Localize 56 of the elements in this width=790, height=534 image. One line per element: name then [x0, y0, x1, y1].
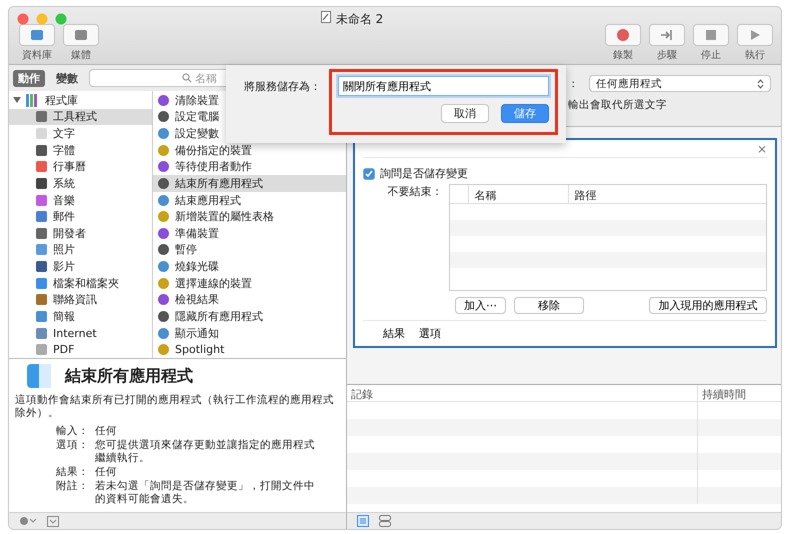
panel-tab[interactable]: 選項 [419, 326, 441, 341]
action-item[interactable]: 燒錄光碟 [153, 258, 346, 275]
category-item[interactable]: 文字 [9, 125, 152, 142]
category-item[interactable]: PDF [9, 341, 152, 358]
description-title: 結束所有應用程式 [65, 366, 193, 386]
window-title: 未命名 2 [336, 11, 384, 28]
cancel-button[interactable]: 取消 [441, 104, 489, 123]
field-value: 若未勾選「詢問是否儲存變更」，打開文件中的資料可能會遺失。 [95, 480, 316, 506]
app-dropdown[interactable]: 任何應用程式 [589, 75, 771, 92]
field-label: 不要結束： [386, 184, 443, 200]
field-label: 結果： [55, 466, 90, 479]
action-item[interactable]: Spotlight [153, 341, 346, 358]
action-item[interactable]: 等待使用者動作 [153, 158, 346, 176]
category-item[interactable]: 行事曆 [9, 158, 152, 176]
action-item[interactable]: 備份指定的裝置 [153, 142, 346, 158]
close-button[interactable]: × [756, 140, 767, 157]
service-name-field[interactable]: 關閉所有應用程式 [338, 76, 549, 96]
action-item[interactable]: 新增裝置的屬性表格 [153, 208, 346, 225]
output-note: 輸出會取代所選文字 [568, 98, 668, 112]
action-item[interactable]: 結束所有應用程式 [153, 175, 346, 192]
category-label[interactable]: 程式庫 [45, 92, 78, 108]
action-item[interactable]: 檢視結果 [153, 292, 346, 308]
action-item[interactable]: 結束應用程式 [153, 192, 346, 208]
category-item[interactable]: Internet [9, 324, 152, 342]
field-value: 您可提供選項來儲存更動並讓指定的應用程式繼續執行。 [95, 439, 316, 465]
category-item[interactable]: 照片 [9, 242, 152, 258]
field-label: 輸入： [55, 425, 90, 438]
panel-button[interactable]: 加入⋯ [455, 297, 506, 314]
action-item[interactable]: 暫停 [153, 242, 346, 258]
library-tab[interactable]: 動作 [13, 70, 45, 86]
field-value: 任何 [95, 466, 118, 479]
panel-button[interactable]: 移除 [514, 297, 584, 314]
field-label: 附註： [55, 480, 90, 494]
category-item[interactable]: 影片 [9, 258, 152, 275]
category-item[interactable]: 字體 [9, 142, 152, 158]
panel-tab[interactable]: 結果 [383, 326, 405, 341]
category-item[interactable]: 音樂 [9, 192, 152, 208]
category-item[interactable]: 檔案和檔案夾 [9, 274, 152, 292]
panel-button[interactable]: 加入現用的應用程式 [649, 297, 767, 314]
category-item[interactable]: 簡報 [9, 308, 152, 325]
category-item[interactable]: 開發者 [9, 225, 152, 242]
action-item[interactable]: 選擇連線的裝置 [153, 274, 346, 292]
ask-save-checkbox[interactable]: 詢問是否儲存變更 [363, 157, 767, 181]
field-value: 任何 [95, 425, 118, 438]
action-item[interactable]: 準備裝置 [153, 225, 346, 242]
action-item[interactable]: 顯示通知 [153, 324, 346, 342]
category-item[interactable]: 系統 [9, 175, 152, 192]
library-tab[interactable]: 變數 [51, 70, 83, 86]
column-header: 記錄 [350, 387, 374, 403]
action-item[interactable]: 隱藏所有應用程式 [153, 308, 346, 325]
category-item[interactable]: 聯絡資訊 [9, 292, 152, 308]
description-text: 這項動作會結束所有已打開的應用程式（執行工作流程的應用程式除外）。 [15, 394, 335, 420]
field-label: 選項： [55, 439, 90, 453]
field-label: ： [568, 76, 579, 90]
category-item[interactable]: 工具程式 [9, 108, 152, 126]
category-item[interactable]: 郵件 [9, 208, 152, 225]
